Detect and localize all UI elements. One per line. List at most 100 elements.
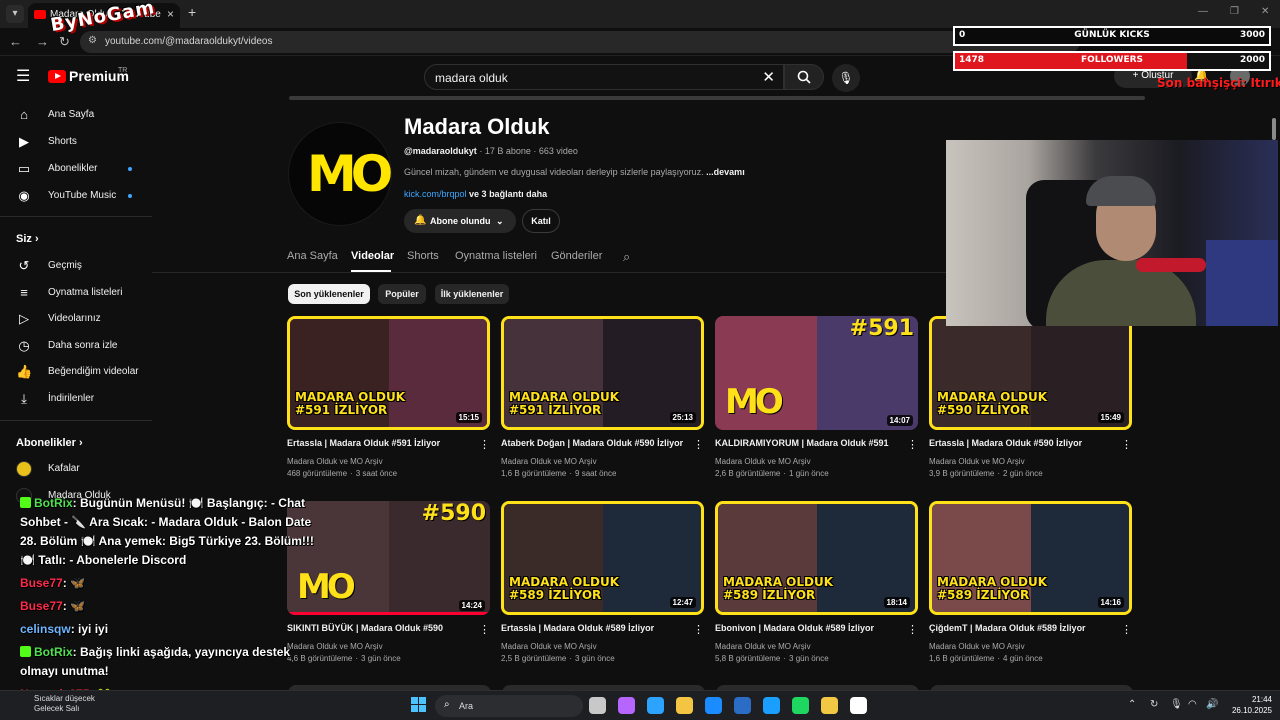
tab-gönderiler[interactable]: Gönderiler [551,250,602,262]
search-input[interactable]: madara olduk ✕ [424,64,784,90]
site-info-icon[interactable]: ⚙ [88,35,97,46]
video-channel[interactable]: Madara Olduk ve MO Arşiv [501,457,597,466]
youtube-logo-icon[interactable] [48,70,66,83]
join-button[interactable]: Katıl [522,209,560,233]
more-options-icon[interactable]: ⋮ [479,623,490,636]
tray-chevron-icon[interactable]: ⌃ [1128,699,1136,710]
search-button[interactable] [784,64,824,90]
sidebar-item-downloads[interactable]: ⤓ İndirilenler [0,386,152,412]
video-title[interactable]: Ebonivon | Madara Olduk #589 İzliyor [715,623,900,633]
video-thumbnail[interactable]: #591 MO 14:07 [715,316,918,430]
video-thumbnail[interactable]: MADARA OLDUK #589 İZLİYOR 12:47 [501,501,704,615]
minimize-icon[interactable]: — [1198,6,1208,17]
taskbar-clock[interactable]: 21:44 26.10.2025 [1224,694,1272,716]
video-title[interactable]: KALDIRAMIYORUM | Madara Olduk #591 [715,438,900,448]
taskbar-weather[interactable]: Sıcaklar düşecek Gelecek Salı [34,694,95,714]
back-arrow-icon[interactable]: ← [9,34,22,49]
maximize-icon[interactable]: ❐ [1230,6,1239,17]
filter-chip[interactable]: Son yüklenenler [288,284,370,304]
voice-search-button[interactable]: 🎙 [832,64,860,92]
tray-app-icon[interactable]: ↻ [1150,699,1158,710]
more-options-icon[interactable]: ⋮ [1121,438,1132,451]
sidebar-item-history[interactable]: ↺ Geçmiş [0,253,152,279]
description-more[interactable]: ...devamı [706,167,745,177]
tab-close-icon[interactable]: × [167,7,174,21]
address-bar[interactable]: ⚙ youtube.com/@madaraoldukyt/videos [80,31,1080,53]
channel-description[interactable]: Güncel mizah, gündem ve duygusal videola… [404,167,745,177]
taskbar-app-icon[interactable] [763,697,780,714]
tab-videolar[interactable]: Videolar [351,250,394,262]
new-tab-button[interactable]: + [188,4,196,20]
microphone-tray-icon[interactable]: 🎙 [1170,699,1183,710]
video-title[interactable]: ÇiğdemT | Madara Olduk #589 İzliyor [929,623,1114,633]
reload-icon[interactable]: ↻ [59,34,70,50]
video-channel[interactable]: Madara Olduk ve MO Arşiv [929,642,1025,651]
sidebar-item-abonelikler[interactable]: ▭ Abonelikler [0,156,152,182]
menu-icon[interactable]: ☰ [16,66,30,86]
sidebar-item-watch-later[interactable]: ◷ Daha sonra izle [0,333,152,359]
video-thumbnail[interactable]: MADARA OLDUK #591 İZLİYOR 15:15 [287,316,490,430]
tab-shorts[interactable]: Shorts [407,250,439,262]
video-card[interactable]: MADARA OLDUK #589 İZLİYOR 18:14 Ebonivon | … [715,501,918,673]
video-channel[interactable]: Madara Olduk ve MO Arşiv [501,642,597,651]
video-card[interactable]: MADARA OLDUK #590 İZLİYOR 15:49 Ertassla | … [929,316,1132,488]
taskbar-search-box[interactable]: ⌕ Ara [435,695,583,717]
video-title[interactable]: Ataberk Doğan | Madara Olduk #590 İzliyo… [501,438,686,448]
channel-search-icon[interactable]: ⌕ [623,249,630,265]
more-options-icon[interactable]: ⋮ [1121,623,1132,636]
close-window-icon[interactable]: ✕ [1261,6,1269,17]
sidebar-item-liked[interactable]: 👍 Beğendiğim videolar [0,359,152,385]
channel-link[interactable]: kick.com/brqpol [404,189,467,199]
video-card[interactable]: MADARA OLDUK #589 İZLİYOR 12:47 Ertassla | … [501,501,704,673]
scrollbar-thumb[interactable] [1272,118,1276,140]
taskbar-app-icon[interactable] [618,697,635,714]
taskbar-app-icon[interactable] [850,697,867,714]
video-thumbnail[interactable]: MADARA OLDUK #589 İZLİYOR 18:14 [715,501,918,615]
clear-search-icon[interactable]: ✕ [762,68,775,86]
taskbar-app-icon[interactable] [792,697,809,714]
taskbar-app-icon[interactable] [647,697,664,714]
taskbar-app-icon[interactable] [734,697,751,714]
sidebar-item-youtube-music[interactable]: ◉ YouTube Music [0,183,152,209]
video-title[interactable]: Ertassla | Madara Olduk #589 İzliyor [501,623,686,633]
video-channel[interactable]: Madara Olduk ve MO Arşiv [287,457,383,466]
more-options-icon[interactable]: ⋮ [693,438,704,451]
video-card[interactable]: MADARA OLDUK #591 İZLİYOR 25:13 Ataberk Doğ… [501,316,704,488]
tab-ana-sayfa[interactable]: Ana Sayfa [287,250,338,262]
more-options-icon[interactable]: ⋮ [693,623,704,636]
windows-start-icon[interactable] [411,697,427,713]
more-options-icon[interactable]: ⋮ [479,438,490,451]
channel-more-links[interactable]: ve 3 bağlantı daha [469,189,547,199]
channel-avatar[interactable]: MO [288,122,393,226]
video-title[interactable]: Ertassla | Madara Olduk #591 İzliyor [287,438,472,448]
tab-search-button[interactable]: ▾ [6,5,24,23]
taskbar-app-icon[interactable] [589,697,606,714]
video-card[interactable]: MADARA OLDUK #591 İZLİYOR 15:15 Ertassla | … [287,316,490,488]
sidebar-item-ana-sayfa[interactable]: ⌂ Ana Sayfa [0,102,152,128]
sidebar-subscriptions-heading[interactable]: Abonelikler › [16,437,83,449]
video-card[interactable]: #591 MO 14:07 KALDIRAMIYORUM | Madara Olduk… [715,316,918,488]
subscribed-button[interactable]: 🔔 Abone olundu ⌄ [404,209,516,233]
video-card[interactable]: MADARA OLDUK #589 İZLİYOR 14:16 ÇiğdemT | M… [929,501,1132,673]
video-thumbnail[interactable]: MADARA OLDUK #591 İZLİYOR 25:13 [501,316,704,430]
video-channel[interactable]: Madara Olduk ve MO Arşiv [715,457,811,466]
video-title[interactable]: Ertassla | Madara Olduk #590 İzliyor [929,438,1114,448]
tab-oynatma-listeleri[interactable]: Oynatma listeleri [455,250,537,262]
video-thumbnail[interactable]: MADARA OLDUK #589 İZLİYOR 14:16 [929,501,1132,615]
sidebar-item-playlists[interactable]: ≡ Oynatma listeleri [0,280,152,306]
video-thumbnail[interactable]: MADARA OLDUK #590 İZLİYOR 15:49 [929,316,1132,430]
sidebar-subscription[interactable]: Kafalar [0,456,152,482]
video-channel[interactable]: Madara Olduk ve MO Arşiv [929,457,1025,466]
forward-arrow-icon[interactable]: → [36,34,49,49]
taskbar-app-icon[interactable] [705,697,722,714]
sidebar-item-shorts[interactable]: ▶ Shorts [0,129,152,155]
more-options-icon[interactable]: ⋮ [907,438,918,451]
filter-chip[interactable]: İlk yüklenenler [435,284,509,304]
taskbar-app-icon[interactable] [821,697,838,714]
sidebar-you-heading[interactable]: Siz › [16,233,39,245]
sidebar-item-your-videos[interactable]: ▷ Videolarınız [0,306,152,332]
filter-chip[interactable]: Popüler [378,284,426,304]
wifi-icon[interactable]: ◠ [1188,699,1197,710]
more-options-icon[interactable]: ⋮ [907,623,918,636]
taskbar-app-icon[interactable] [676,697,693,714]
